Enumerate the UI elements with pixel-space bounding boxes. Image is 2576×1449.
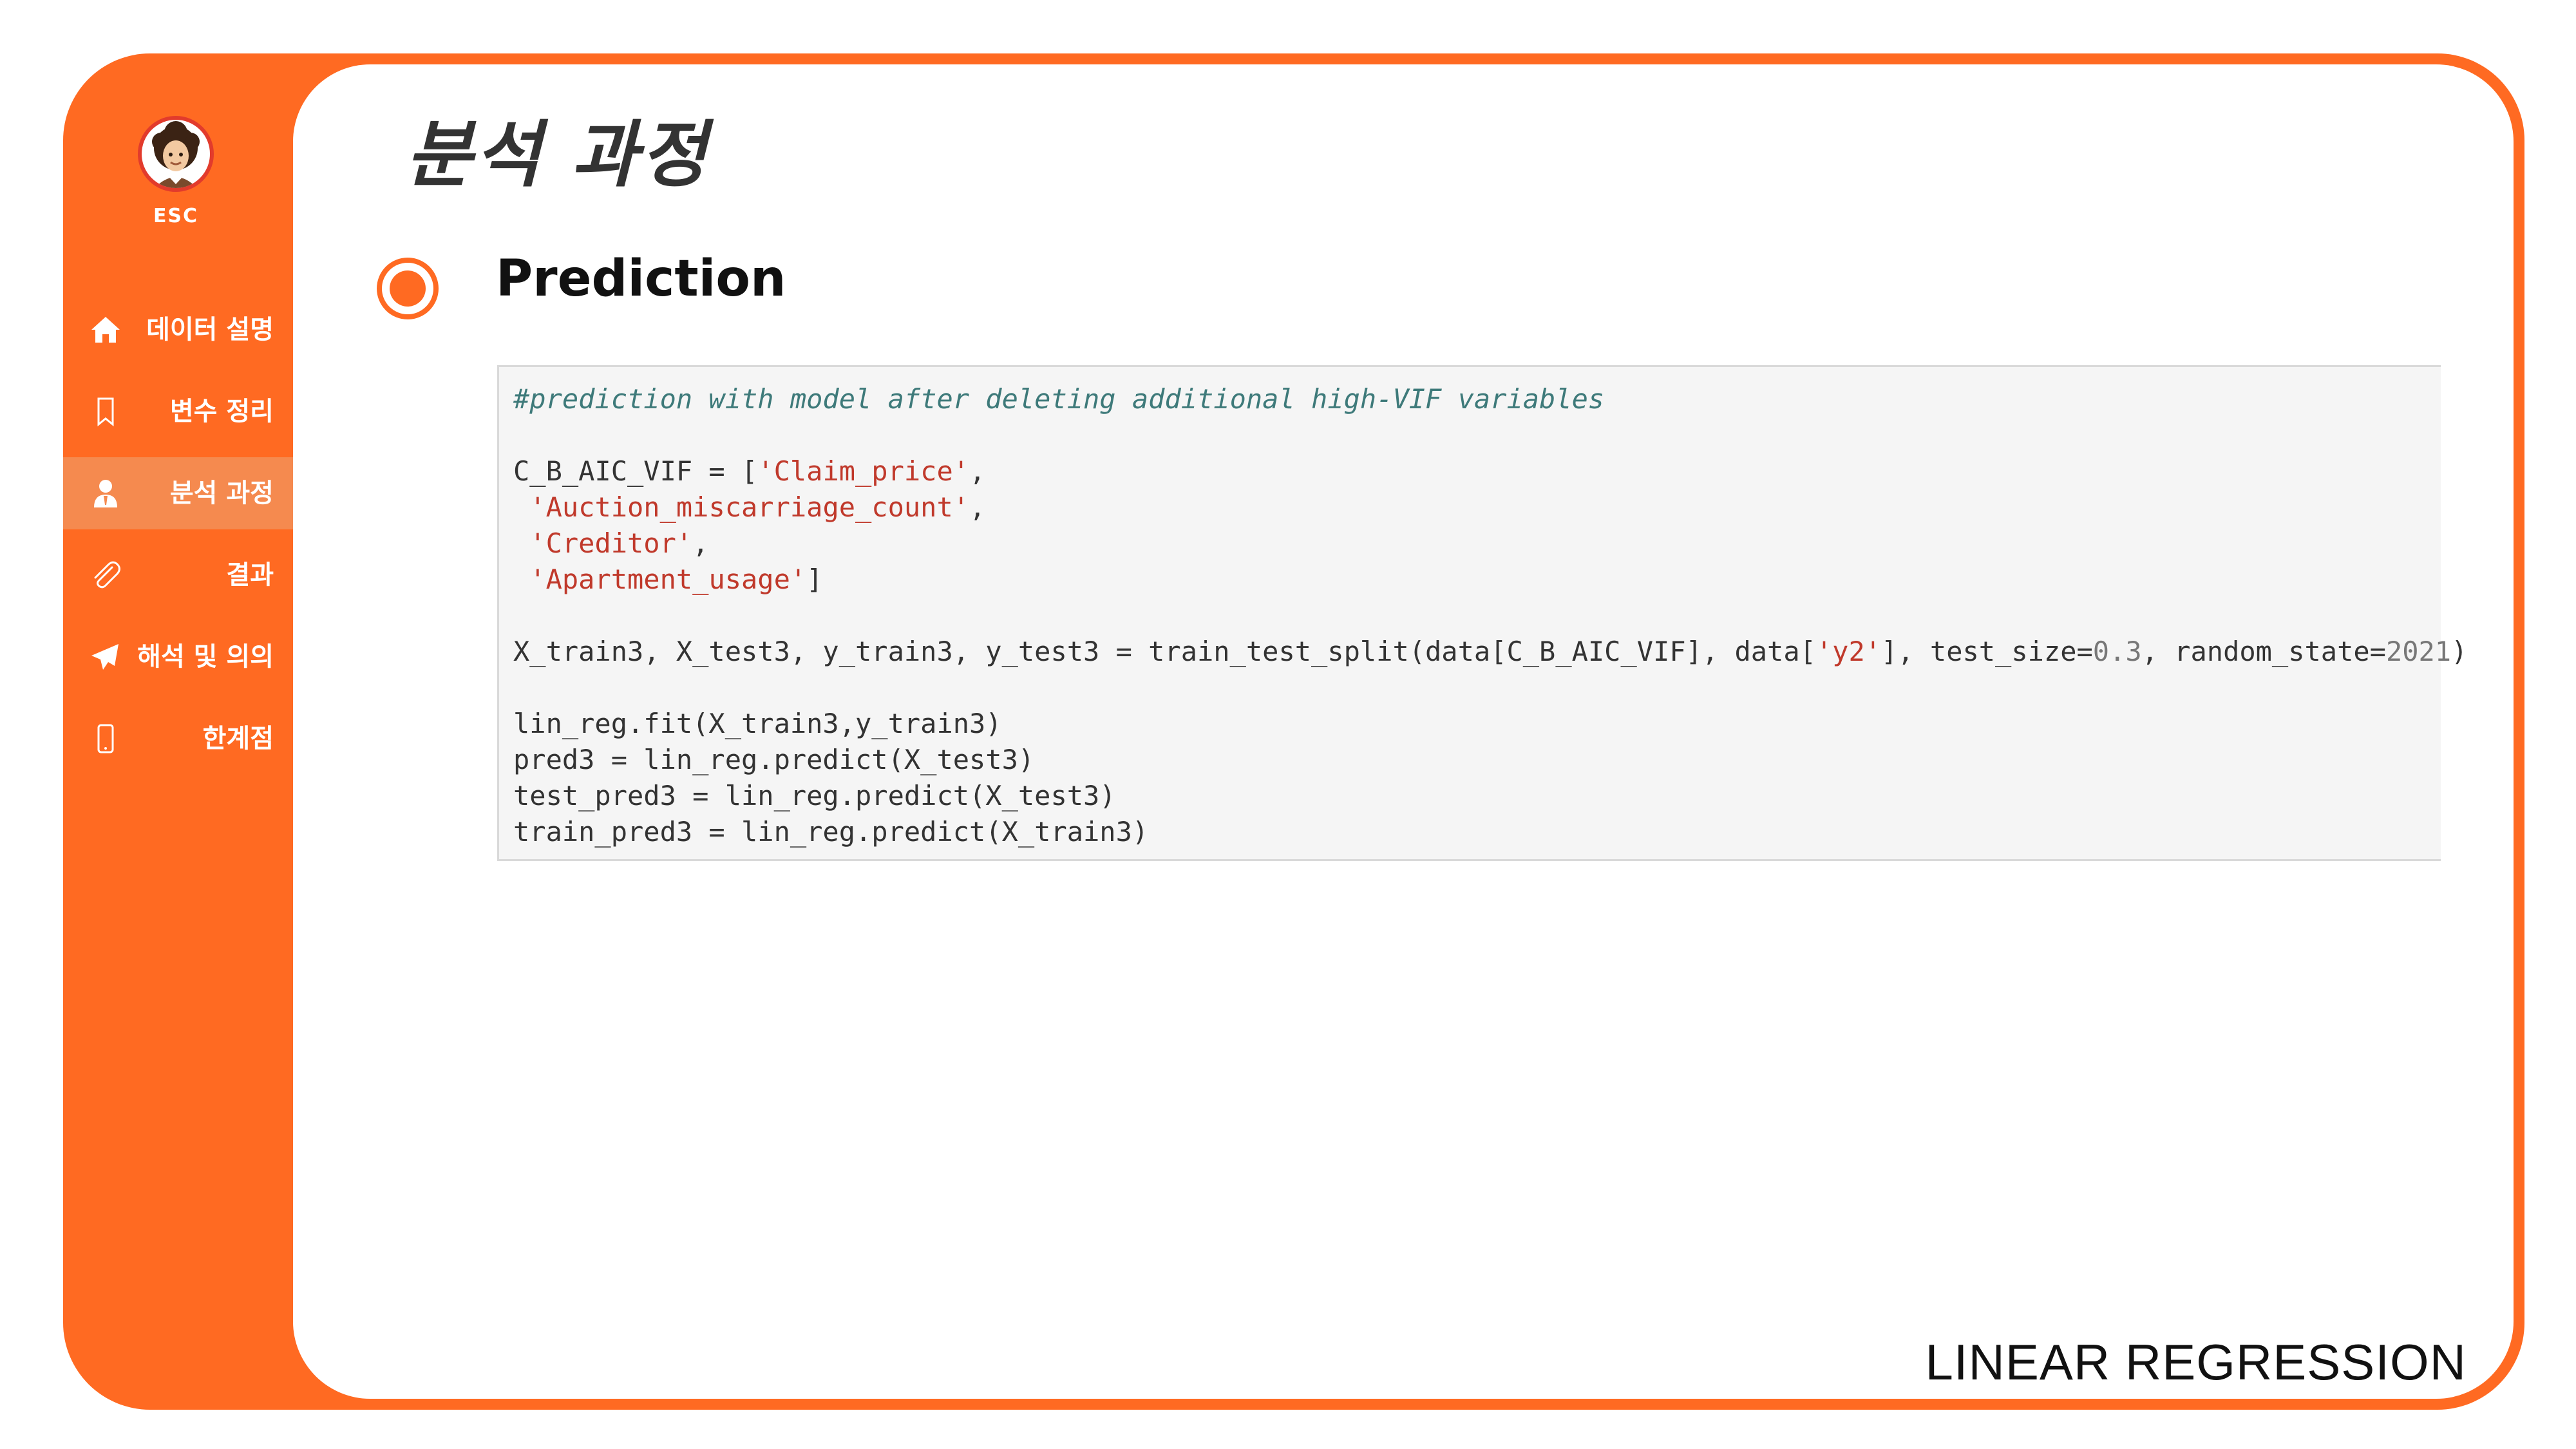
code-number: 0.3 <box>2092 636 2142 667</box>
sidebar-item-label: 데이터 설명 <box>146 315 274 345</box>
code-line-vars: 'Apartment_usage'] <box>529 564 823 595</box>
mobile-icon <box>97 724 114 753</box>
sidebar-item-label: 한계점 <box>202 724 274 753</box>
section-bullet-icon <box>377 258 439 319</box>
code-line-split: X_train3, X_test3, y_train3, y_test3 = t… <box>513 634 2467 670</box>
code-number: 2021 <box>2385 636 2452 667</box>
sidebar-item-limitations[interactable]: 한계점 <box>63 703 293 775</box>
code-string: 'y2' <box>1815 636 1882 667</box>
footer-label: LINEAR REGRESSION <box>1925 1334 2467 1390</box>
code-string: 'Creditor' <box>529 527 693 559</box>
code-line-vars: 'Creditor', <box>529 527 709 559</box>
code-string: 'Auction_miscarriage_count' <box>529 491 970 523</box>
sidebar-item-variables[interactable]: 변수 정리 <box>63 375 293 448</box>
code-text: X_train3, X_test3, y_train3, y_test3 = t… <box>513 636 1816 667</box>
home-icon <box>91 317 120 343</box>
code-line-pred: pred3 = lin_reg.predict(X_test3) <box>513 744 1035 775</box>
code-line-test-pred: test_pred3 = lin_reg.predict(X_test3) <box>513 780 1116 811</box>
sidebar-nav: 데이터 설명 변수 정리 분석 과정 결과 해석 및 의의 한계점 <box>63 294 293 784</box>
page-title: 분석 과정 <box>406 113 710 197</box>
sidebar-item-label: 해석 및 의의 <box>137 642 274 672</box>
paperclip-icon <box>94 561 120 589</box>
sidebar-item-interpretation[interactable]: 해석 및 의의 <box>63 621 293 693</box>
code-block: #prediction with model after deleting ad… <box>497 365 2467 861</box>
code-line-vars: C_B_AIC_VIF = ['Claim_price', <box>513 455 986 487</box>
code-string: 'Apartment_usage' <box>529 564 807 595</box>
sidebar-item-label: 결과 <box>226 560 274 590</box>
afro-person-avatar-icon <box>138 116 214 192</box>
brand-label: ESC <box>153 205 199 227</box>
sidebar-item-label: 분석 과정 <box>169 478 274 508</box>
code-line-fit: lin_reg.fit(X_train3,y_train3) <box>513 708 1002 739</box>
code-string: 'Claim_price' <box>757 455 970 487</box>
sidebar-item-data-description[interactable]: 데이터 설명 <box>63 294 293 366</box>
code-line-vars: 'Auction_miscarriage_count', <box>529 491 986 523</box>
sidebar-item-results[interactable]: 결과 <box>63 539 293 611</box>
user-tie-icon <box>94 480 117 507</box>
code-text: ], test_size= <box>1881 636 2093 667</box>
code-comment: #prediction with model after deleting ad… <box>513 383 1605 415</box>
paper-plane-icon <box>91 644 118 670</box>
code-text: , random_state= <box>2141 636 2386 667</box>
code-text: C_B_AIC_VIF = [ <box>513 455 758 487</box>
bookmark-icon <box>97 397 114 427</box>
sidebar-item-label: 변수 정리 <box>169 397 274 426</box>
code-line-comment: #prediction with model after deleting ad… <box>513 381 2441 417</box>
section-title: Prediction <box>496 250 786 308</box>
sidebar-item-analysis-process[interactable]: 분석 과정 <box>63 457 293 529</box>
code-line-train-pred: train_pred3 = lin_reg.predict(X_train3) <box>513 816 1149 848</box>
